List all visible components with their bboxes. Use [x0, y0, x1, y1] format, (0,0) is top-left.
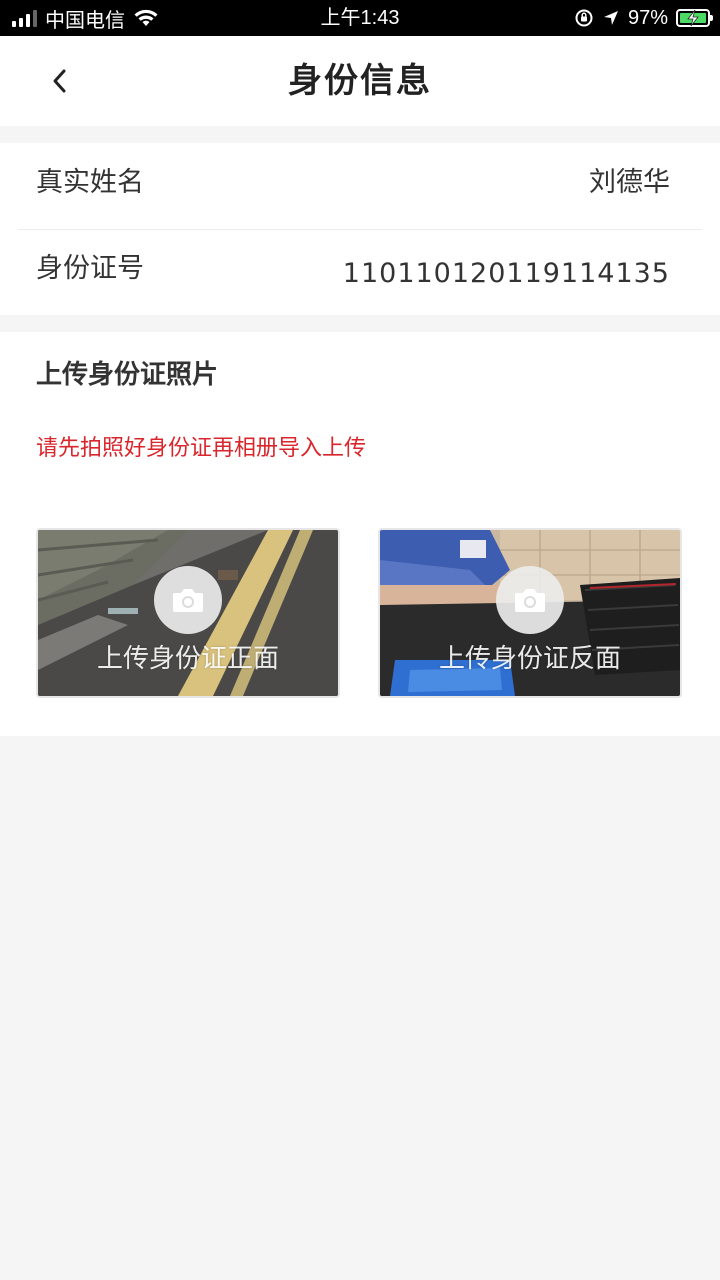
nav-bar: 身份信息	[0, 36, 720, 126]
page-title: 身份信息	[288, 61, 432, 101]
id-number-row: 身份证号 110110120119114135	[18, 229, 702, 315]
back-button[interactable]	[40, 61, 80, 101]
real-name-row: 真实姓名 刘德华	[18, 143, 702, 230]
upload-front-label: 上传身份证正面	[96, 644, 279, 674]
orientation-lock-icon	[575, 9, 593, 27]
upload-section-title: 上传身份证照片	[36, 360, 219, 390]
id-number-value: 110110120119114135	[342, 258, 670, 289]
upload-back-button[interactable]: 上传身份证反面	[378, 528, 682, 698]
carrier-label: 中国电信	[45, 9, 125, 32]
upload-front-button[interactable]: 上传身份证正面	[36, 528, 340, 698]
charging-bolt-icon	[687, 9, 699, 27]
camera-icon	[154, 566, 222, 634]
status-right: 97%	[574, 0, 713, 36]
upload-back-label: 上传身份证反面	[438, 644, 621, 674]
battery-icon	[676, 9, 713, 27]
upload-hint: 请先拍照好身份证再相册导入上传	[36, 436, 367, 461]
location-arrow-icon	[603, 11, 618, 25]
camera-icon	[496, 566, 564, 634]
status-bar: 中国电信 上午1:43 97%	[0, 0, 720, 36]
chevron-left-icon	[53, 69, 66, 93]
identity-info-card: 真实姓名 刘德华 身份证号 110110120119114135	[0, 143, 720, 315]
real-name-value: 刘德华	[589, 167, 670, 198]
id-number-label: 身份证号	[36, 253, 144, 284]
real-name-label: 真实姓名	[36, 167, 144, 198]
upload-section: 上传身份证照片 请先拍照好身份证再相册导入上传 上传身份证正面 上传身份证反面	[0, 332, 720, 736]
status-left: 中国电信	[12, 0, 159, 36]
battery-percent: 97%	[627, 6, 668, 29]
signal-icon	[12, 9, 37, 27]
wifi-icon	[134, 9, 158, 26]
